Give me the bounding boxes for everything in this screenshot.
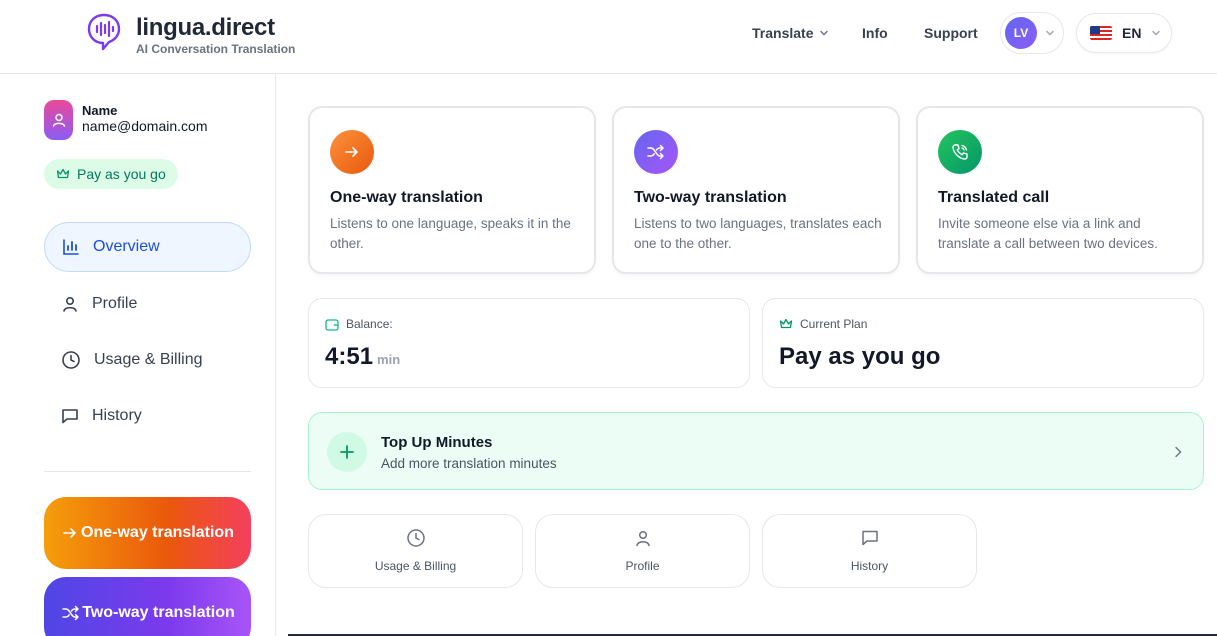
nav-info[interactable]: Info (862, 25, 888, 41)
clock-icon (62, 351, 80, 369)
bar-chart-icon (63, 239, 79, 255)
feature-card-call[interactable]: Translated call Invite someone else via … (916, 106, 1204, 274)
top-up-title: Top Up Minutes (381, 434, 493, 451)
sidebar-item-usage-billing[interactable]: Usage & Billing (44, 335, 251, 385)
user-icon (635, 530, 650, 547)
profile-name: Name (82, 103, 118, 118)
sidebar-item-overview[interactable]: Overview (44, 222, 251, 272)
plus-icon (327, 432, 367, 472)
us-flag-icon (1090, 26, 1112, 40)
shuffle-icon (647, 144, 664, 160)
balance-card: Balance: 4:51 min (308, 298, 750, 388)
profile-email: name@domain.com (82, 118, 208, 134)
quick-link-label: Profile (625, 559, 660, 573)
language-selector[interactable]: EN (1076, 13, 1172, 53)
sidebar-twoway-button[interactable]: Two-way translation (44, 577, 251, 636)
wallet-icon (325, 318, 339, 331)
feature-title: One-way translation (330, 189, 483, 206)
feature-icon-oneway (330, 130, 374, 174)
message-icon (62, 409, 78, 424)
brand-title[interactable]: lingua.direct (136, 14, 275, 42)
arrow-right-icon (345, 147, 358, 157)
nav-translate[interactable]: Translate (752, 25, 829, 41)
quick-link-label: History (850, 559, 889, 573)
sidebar-item-label: History (92, 407, 142, 424)
feature-description: Listens to one language, speaks it in th… (330, 216, 571, 251)
balance-value: 4:51 (325, 343, 374, 370)
language-code: EN (1122, 25, 1142, 41)
logo-icon[interactable] (87, 13, 121, 51)
balance-label-row: Balance: (325, 317, 393, 331)
brand-subtitle: AI Conversation Translation (136, 42, 296, 56)
sidebar: Name name@domain.com Pay as you go Overv… (20, 74, 276, 636)
quick-link-usage-billing[interactable]: Usage & Billing (308, 514, 523, 588)
clock-icon (406, 529, 425, 547)
sidebar-item-label: Profile (92, 295, 138, 312)
top-header: lingua.direct AI Conversation Translatio… (0, 0, 1217, 74)
feature-icon-twoway (634, 130, 678, 174)
plan-value: Pay as you go (779, 343, 941, 370)
plan-badge-label: Pay as you go (77, 166, 166, 182)
sidebar-item-label: Usage & Billing (94, 351, 203, 368)
user-icon (63, 296, 77, 312)
current-plan-card: Current Plan Pay as you go (762, 298, 1204, 388)
feature-card-oneway[interactable]: One-way translation Listens to one langu… (308, 106, 596, 274)
sidebar-oneway-label: One-way translation (81, 524, 234, 541)
message-icon (861, 530, 878, 546)
quick-link-profile[interactable]: Profile (535, 514, 750, 588)
balance-label: Balance: (346, 317, 393, 331)
balance-unit: min (377, 352, 401, 367)
crown-icon (56, 168, 70, 179)
sidebar-divider (44, 471, 251, 472)
arrow-right-icon (63, 528, 76, 538)
profile-avatar[interactable] (44, 100, 73, 140)
feature-title: Two-way translation (634, 189, 787, 206)
plan-badge: Pay as you go (44, 159, 178, 189)
feature-description: Listens to two languages, translates eac… (634, 216, 882, 251)
top-up-minutes-button[interactable]: Top Up Minutes Add more translation minu… (308, 412, 1204, 490)
quick-link-label: Usage & Billing (374, 559, 457, 573)
sidebar-oneway-button[interactable]: One-way translation (44, 497, 251, 569)
chevron-right-icon (1175, 446, 1182, 458)
shuffle-icon (62, 605, 79, 621)
feature-title: Translated call (938, 189, 1050, 206)
feature-card-twoway[interactable]: Two-way translation Listens to two langu… (612, 106, 900, 274)
feature-icon-call (938, 130, 982, 174)
nav-support[interactable]: Support (924, 25, 978, 41)
sidebar-item-label: Overview (93, 238, 160, 255)
quick-link-history[interactable]: History (762, 514, 977, 588)
sidebar-item-profile[interactable]: Profile (44, 279, 251, 329)
chevron-down-icon (820, 30, 829, 36)
user-avatar: LV (1005, 17, 1037, 49)
plan-label-row: Current Plan (779, 317, 867, 331)
plan-label: Current Plan (800, 317, 868, 331)
sidebar-twoway-label: Two-way translation (82, 604, 235, 621)
sidebar-item-history[interactable]: History (44, 391, 251, 441)
balance-value-row: 4:51 min (325, 343, 400, 371)
chevron-down-icon (1152, 30, 1161, 36)
user-menu-button[interactable]: LV (1000, 12, 1064, 54)
chevron-down-icon (1046, 30, 1054, 36)
nav-translate-label: Translate (752, 25, 814, 41)
crown-icon (779, 318, 793, 329)
phone-call-icon (952, 144, 968, 160)
user-icon (52, 113, 65, 127)
feature-description: Invite someone else via a link and trans… (938, 216, 1158, 251)
top-up-subtitle: Add more translation minutes (381, 456, 557, 471)
